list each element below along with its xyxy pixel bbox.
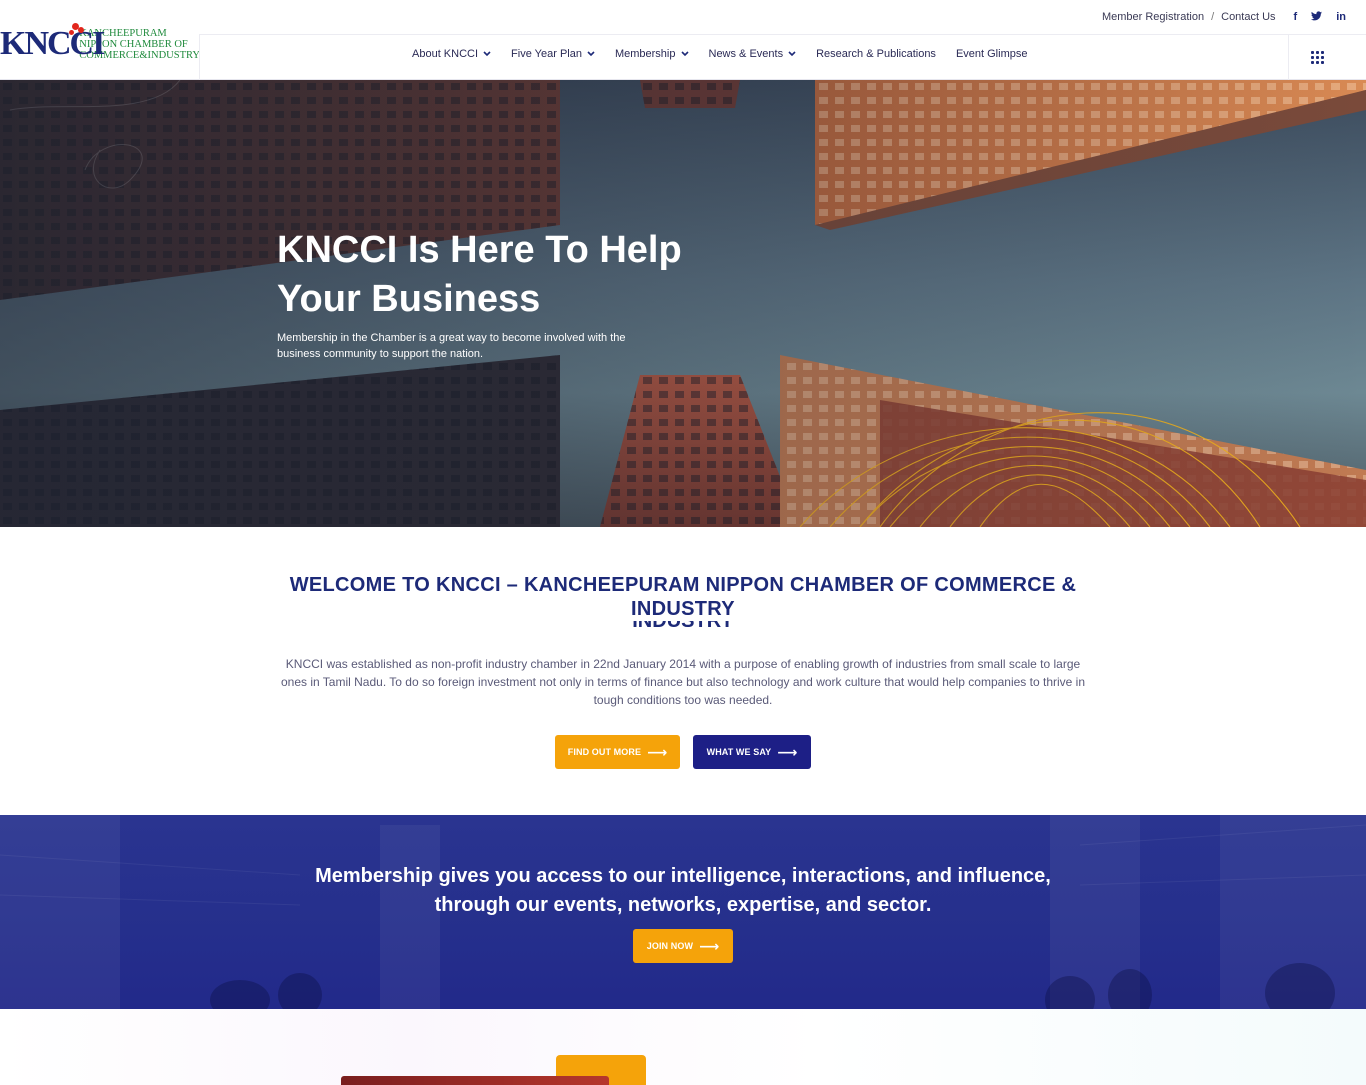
find-out-more-button[interactable]: FIND OUT MORE ⟶ [555, 735, 680, 769]
nav-label: News & Events [708, 48, 784, 60]
contact-us-link[interactable]: Contact Us [1221, 11, 1275, 23]
button-label: JOIN NOW [646, 941, 694, 951]
welcome-title-ghost: INDUSTRY [283, 621, 1083, 633]
nav-news-events[interactable]: News & Events [709, 48, 797, 60]
hero-banner: KNCCI Is Here To Help Your Business Memb… [0, 80, 1366, 527]
nav-label: Research & Publications [816, 48, 936, 60]
member-registration-link[interactable]: Member Registration [1102, 11, 1204, 23]
logo-dot [69, 30, 74, 35]
hero-title: KNCCI Is Here To Help Your Business [277, 229, 682, 320]
logo-mark: KNCCI [0, 21, 105, 61]
welcome-title: WELCOME TO KNCCI – KANCHEEPURAM NIPPON C… [289, 574, 1077, 620]
chevron-down-icon [587, 51, 595, 57]
logo-letters: KNCCI [0, 25, 105, 62]
nav-label: Event Glimpse [955, 48, 1028, 60]
section-image [341, 1076, 609, 1085]
nav-membership[interactable]: Membership [615, 48, 689, 60]
what-we-say-button[interactable]: WHAT WE SAY ⟶ [693, 735, 811, 769]
site-logo[interactable]: KNCCI KANCHEEPURAM NIPPON CHAMBER OF COM… [0, 16, 200, 66]
grid-menu-icon [1311, 50, 1324, 64]
logo-divider [199, 34, 200, 80]
linkedin-icon[interactable]: in [1336, 11, 1346, 24]
social-links: f in [1294, 11, 1346, 24]
arrow-right-icon: ⟶ [647, 744, 668, 760]
membership-banner: Membership gives you access to our intel… [0, 815, 1366, 1009]
facebook-icon[interactable]: f [1294, 11, 1298, 24]
nav-label: About KNCCI [412, 48, 479, 60]
arrow-right-icon: ⟶ [777, 744, 798, 760]
nav-event-glimpse[interactable]: Event Glimpse [956, 48, 1028, 60]
join-now-button[interactable]: JOIN NOW ⟶ [633, 929, 733, 963]
arrow-right-icon: ⟶ [699, 938, 720, 954]
nav-label: Five Year Plan [511, 48, 582, 60]
top-bar: Member Registration / Contact Us f in [1102, 9, 1346, 25]
main-nav: About KNCCI Five Year Plan Membership Ne… [412, 48, 1027, 60]
site-header: KNCCI KANCHEEPURAM NIPPON CHAMBER OF COM… [0, 0, 1366, 80]
welcome-description: KNCCI was established as non-profit indu… [280, 657, 1085, 707]
nav-label: Membership [614, 48, 676, 60]
chevron-down-icon [788, 51, 796, 57]
nav-research-publications[interactable]: Research & Publications [816, 48, 936, 60]
membership-statement: Membership gives you access to our intel… [315, 865, 1051, 916]
button-label: WHAT WE SAY [706, 747, 772, 757]
nav-five-year-plan[interactable]: Five Year Plan [511, 48, 595, 60]
button-label: FIND OUT MORE [567, 747, 642, 757]
welcome-ghost-text: INDUSTRY [632, 621, 734, 632]
topbar-separator: / [1211, 11, 1215, 23]
chevron-down-icon [680, 51, 689, 57]
chevron-down-icon [483, 51, 491, 57]
next-section [0, 1009, 1366, 1085]
logo-dot [78, 27, 84, 33]
twitter-icon[interactable] [1311, 10, 1323, 24]
header-divider [200, 34, 1366, 35]
nav-about-kncci[interactable]: About KNCCI [412, 48, 491, 60]
menu-grid-button[interactable] [1288, 34, 1346, 80]
hero-subtitle: Membership in the Chamber is a great way… [277, 332, 626, 360]
